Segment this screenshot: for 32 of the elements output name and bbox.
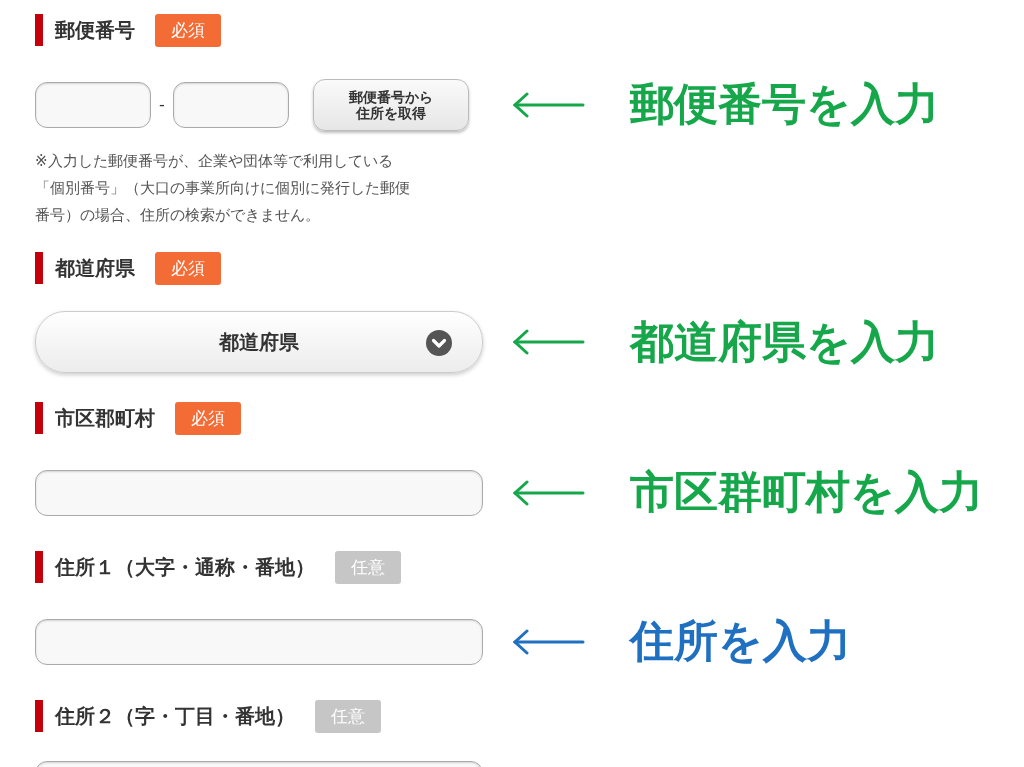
field-label: 郵便番号 (55, 16, 135, 44)
annotation-text: 住所を入力 (630, 614, 851, 668)
arrow-icon (513, 479, 585, 506)
heading-marker (35, 551, 43, 583)
field-label: 住所１（大字・通称・番地） (55, 553, 315, 581)
required-badge: 必須 (155, 13, 221, 47)
chevron-down-icon (426, 330, 452, 356)
arrow-icon (513, 628, 585, 655)
required-badge: 必須 (155, 251, 221, 285)
arrow-icon (513, 91, 585, 118)
annotation-text: 市区群町村を入力 (630, 465, 983, 519)
prefecture-select[interactable]: 都道府県 (35, 311, 483, 373)
optional-badge: 任意 (315, 699, 381, 733)
field-label: 市区郡町村 (55, 404, 155, 432)
zip-code-field[interactable] (35, 81, 151, 128)
field-label: 住所２（字・丁目・番地） (55, 702, 295, 730)
required-badge: 必須 (175, 401, 241, 435)
address-lookup-button[interactable]: 郵便番号から 住所を取得 (313, 78, 469, 131)
arrow-icon (513, 329, 585, 355)
annotation-text: 都道府県を入力 (630, 314, 939, 369)
separator-text: - (158, 95, 166, 114)
field-label: 都道府県 (55, 254, 135, 282)
optional-badge: 任意 (335, 550, 401, 584)
heading-marker (35, 252, 43, 284)
heading-marker (35, 14, 43, 46)
note-text: ※入力した郵便番号が、企業や団体等で利用している「個別番号」（大口の事業所向けに個別に発行した郵便番号）の場合、住所の検索ができません。 (35, 151, 411, 226)
zip-code-field[interactable] (173, 81, 289, 128)
text-field[interactable] (35, 469, 483, 516)
annotation-text: 郵便番号を入力 (630, 77, 939, 131)
heading-marker (35, 700, 43, 732)
text-field[interactable] (35, 618, 483, 665)
heading-marker (35, 402, 43, 434)
